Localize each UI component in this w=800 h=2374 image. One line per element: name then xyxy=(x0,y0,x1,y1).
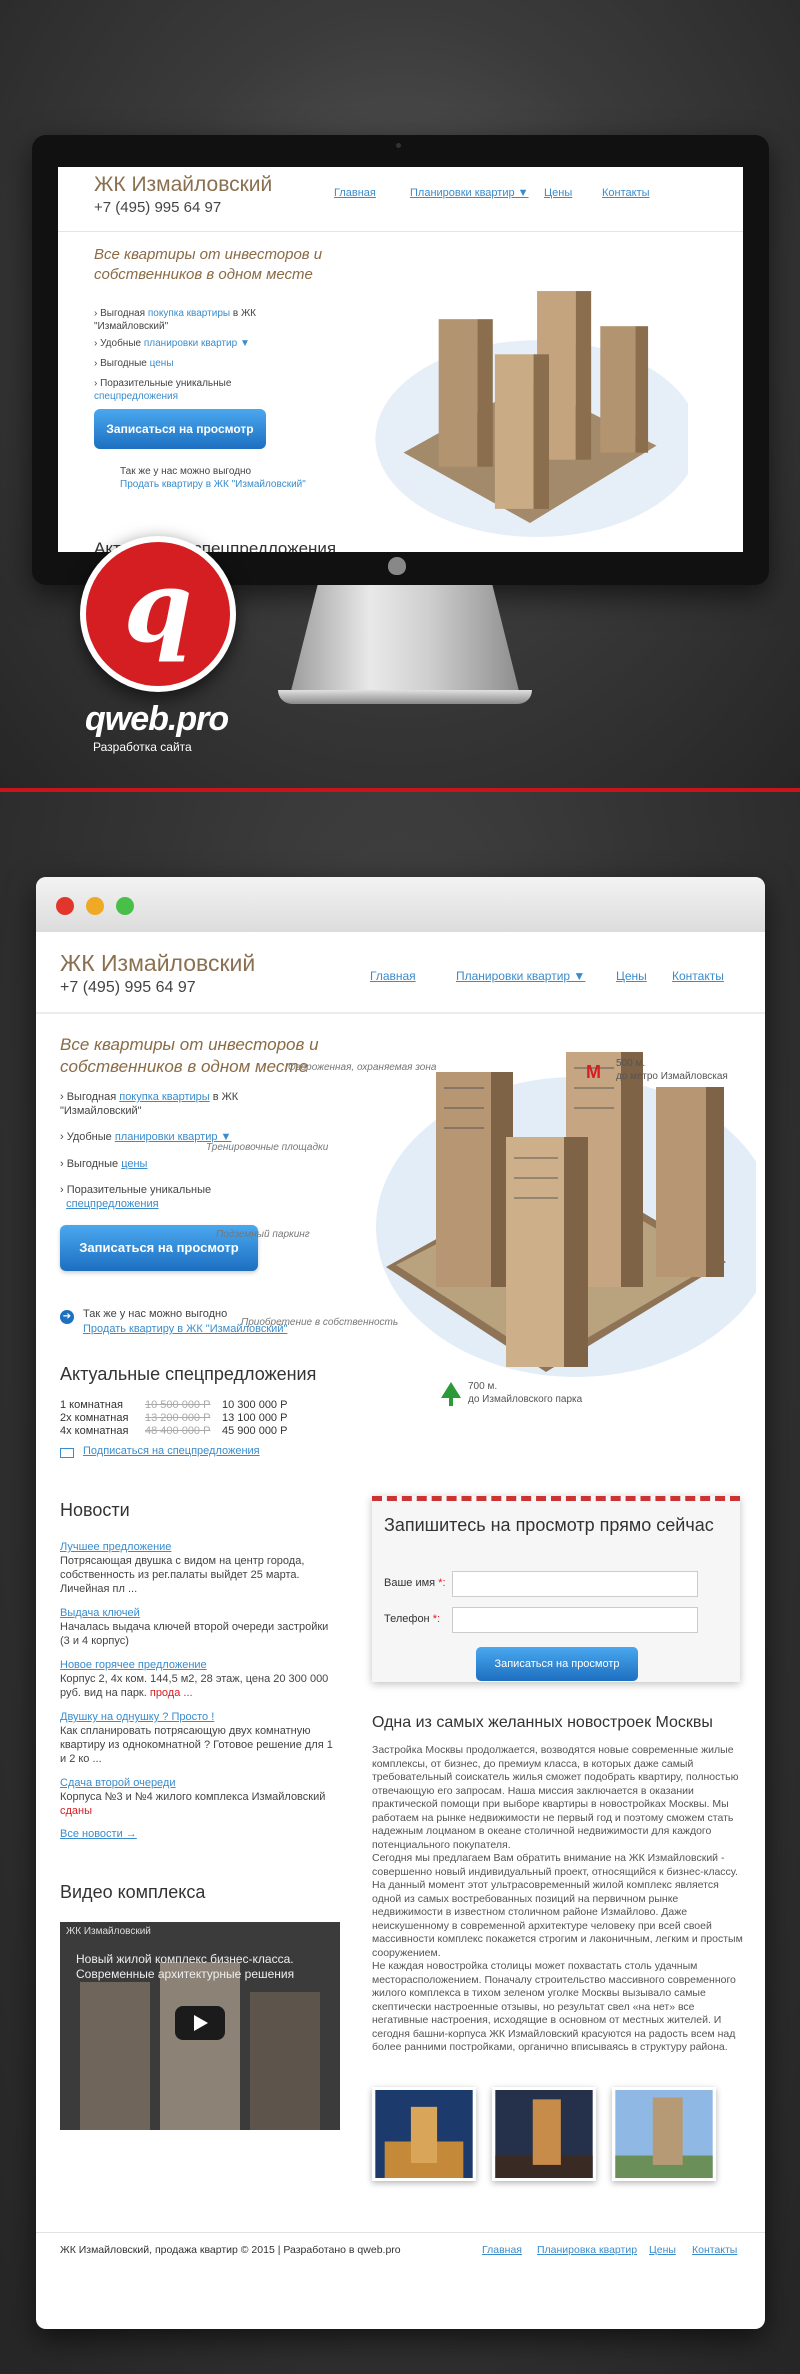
header-divider xyxy=(36,1012,765,1014)
monitor-stand xyxy=(290,585,520,695)
camera-dot xyxy=(396,143,401,148)
browser-titlebar xyxy=(36,877,765,932)
seo-paragraph: Не каждая новостройка столицы может похв… xyxy=(372,1960,736,2053)
site-phone: +7 (495) 995 64 97 xyxy=(60,979,196,996)
minimize-dot-icon[interactable] xyxy=(86,897,104,915)
mini-sell-note: Так же у нас можно выгодно Продать кварти… xyxy=(120,466,306,490)
news-link[interactable]: Двушку на однушку ? Просто ! xyxy=(60,1710,340,1724)
mini-nav-contacts[interactable]: Контакты xyxy=(602,187,650,199)
monitor-screen: ЖК Измайловский +7 (495) 995 64 97 Главн… xyxy=(58,167,743,552)
news-link[interactable]: Лучшее предложение xyxy=(60,1540,340,1554)
subscribe-link[interactable]: Подписаться на спецпредложения xyxy=(83,1445,260,1457)
nav-home[interactable]: Главная xyxy=(370,969,416,983)
nav-contacts[interactable]: Контакты xyxy=(672,969,724,983)
arrow-right-icon: ➔ xyxy=(60,1310,74,1324)
footer-nav-contacts[interactable]: Контакты xyxy=(692,2244,737,2256)
mini-cta-button[interactable]: Записаться на просмотр xyxy=(94,409,266,449)
nav-prices[interactable]: Цены xyxy=(616,969,647,983)
mini-feature-2: › Удобные планировки квартир ▼ xyxy=(94,338,250,349)
mini-site-phone: +7 (495) 995 64 97 xyxy=(94,199,222,216)
site-page: ЖК Измайловский +7 (495) 995 64 97 Главн… xyxy=(36,932,765,2329)
video-title: Видео комплекса xyxy=(60,1882,206,1902)
name-label: Ваше имя *: xyxy=(384,1577,446,1589)
feature-link[interactable]: покупка квартиры xyxy=(119,1091,209,1103)
footer-divider xyxy=(36,2232,765,2233)
gallery-thumbnail[interactable] xyxy=(492,2087,596,2181)
news-link[interactable]: Сдача второй очереди xyxy=(60,1776,340,1790)
annotation-playground: Тренировочные площадки xyxy=(206,1142,329,1153)
news-item: Выдача ключей Началась выдача ключей втор… xyxy=(60,1606,340,1648)
form-title: Запишитесь на просмотр прямо сейчас xyxy=(384,1515,714,1535)
qweb-brand-name: qweb.pro xyxy=(85,700,229,738)
form-submit-button[interactable]: Записаться на просмотр xyxy=(476,1647,638,1681)
offer-row: 2х комнатная 13 200 000 Р 13 100 000 Р xyxy=(60,1412,288,1424)
offer-row: 1 комнатная 10 500 000 Р 10 300 000 Р xyxy=(60,1399,288,1411)
viewing-form: Запишитесь на просмотр прямо сейчас Ваше… xyxy=(372,1496,740,1682)
video-label: ЖК Измайловский xyxy=(66,1926,151,1937)
phone-input[interactable] xyxy=(452,1607,698,1633)
offer-row: 4х комнатная 48 400 000 Р 45 900 000 Р xyxy=(60,1425,288,1437)
annotation-fence: Огороженная, охраняемая зона xyxy=(288,1062,437,1073)
annotation-parking: Подземный паркинг xyxy=(216,1229,310,1240)
news-item: Новое горячее предложение Корпус 2, 4х ко… xyxy=(60,1658,340,1700)
seo-paragraph: Сегодня мы предлагаем Вам обратить внима… xyxy=(372,1852,743,1959)
qweb-brand-subtitle: Разработка сайта xyxy=(93,740,192,754)
news-item: Лучшее предложение Потрясающая двушка с в… xyxy=(60,1540,340,1596)
news-link[interactable]: Выдача ключей xyxy=(60,1606,340,1620)
specials-title: Актуальные спецпредложения xyxy=(60,1364,317,1384)
maximize-dot-icon[interactable] xyxy=(116,897,134,915)
specials-table: 1 комнатная 10 500 000 Р 10 300 000 Р 2х к… xyxy=(60,1399,310,1438)
video-overlay-text: Новый жилой комплекс бизнес-класса. Совр… xyxy=(76,1952,295,1981)
footer-nav-prices[interactable]: Цены xyxy=(649,2244,676,2256)
mini-nav-plans[interactable]: Планировки квартир ▼ xyxy=(410,187,529,199)
feature-link[interactable]: спецпредложения xyxy=(66,1198,158,1210)
mini-feature-3: › Выгодные цены xyxy=(94,358,174,369)
mini-tagline: Все квартиры от инвесторов и собственник… xyxy=(94,246,323,283)
play-icon[interactable] xyxy=(175,2006,225,2040)
tree-icon xyxy=(441,1382,461,1406)
seo-paragraph: Застройка Москвы продолжается, возводятс… xyxy=(372,1744,739,1851)
monitor-stand-base xyxy=(278,690,532,704)
mini-nav-prices[interactable]: Цены xyxy=(544,187,572,199)
news-item: Сдача второй очереди Корпуса №3 и №4 жило… xyxy=(60,1776,340,1818)
phone-label: Телефон *: xyxy=(384,1613,441,1625)
name-input[interactable] xyxy=(452,1571,698,1597)
news-item: Двушку на однушку ? Просто ! Как спланиро… xyxy=(60,1710,340,1766)
metro-icon: M xyxy=(586,1062,601,1082)
mini-feature-1: › Выгодная покупка квартиры в ЖК "Измайл… xyxy=(94,308,257,332)
mini-feature-4: › Поразительные уникальные спецпредложен… xyxy=(94,378,232,402)
mini-nav-home[interactable]: Главная xyxy=(334,187,376,199)
monitor-mockup: ЖК Измайловский +7 (495) 995 64 97 Главн… xyxy=(32,135,769,585)
gallery-thumbnail[interactable] xyxy=(372,2087,476,2181)
feature-item: › Выгодные цены xyxy=(60,1158,148,1170)
browser-window: ЖК Измайловский +7 (495) 995 64 97 Главн… xyxy=(36,877,765,2329)
footer-nav-home[interactable]: Главная xyxy=(482,2244,522,2256)
mini-building-render xyxy=(375,291,688,537)
mini-header-divider xyxy=(58,231,743,232)
footer-copyright: ЖК Измайловский, продажа квартир © 2015 … xyxy=(60,2244,401,2256)
feature-link[interactable]: цены xyxy=(121,1158,147,1170)
news-list: Лучшее предложение Потрясающая двушка с в… xyxy=(60,1540,340,1840)
news-title: Новости xyxy=(60,1500,130,1520)
news-link[interactable]: Новое горячее предложение xyxy=(60,1658,340,1672)
hero-showcase: ЖК Измайловский +7 (495) 995 64 97 Главн… xyxy=(0,0,800,790)
feature-item: › Выгодная покупка квартиры в ЖК "Измайл… xyxy=(60,1091,239,1117)
metro-distance: 500 м. до метро Измайловская xyxy=(616,1058,728,1082)
nav-plans[interactable]: Планировки квартир ▼ xyxy=(456,969,585,983)
feature-item: › Поразительные уникальные спецпредложен… xyxy=(60,1184,212,1210)
video-player[interactable]: ЖК Измайловский Новый жилой комплекс биз… xyxy=(60,1922,340,2130)
mini-site-title: ЖК Измайловский xyxy=(94,173,273,196)
annotation-purchase: Приобретение в собственность xyxy=(241,1317,399,1328)
apple-logo-icon xyxy=(388,557,406,575)
gallery-thumbnail[interactable] xyxy=(612,2087,716,2181)
footer-nav-plans[interactable]: Планировка квартир xyxy=(537,2244,637,2256)
park-distance: 700 м. до Измайловского парка xyxy=(468,1381,583,1405)
all-news-link[interactable]: Все новости → xyxy=(60,1828,340,1840)
seo-title: Одна из самых желанных новостроек Москвы xyxy=(372,1714,713,1731)
site-title: ЖК Измайловский xyxy=(60,950,256,976)
qweb-logo-icon: q xyxy=(80,536,236,692)
close-dot-icon[interactable] xyxy=(56,897,74,915)
envelope-icon xyxy=(60,1448,74,1458)
